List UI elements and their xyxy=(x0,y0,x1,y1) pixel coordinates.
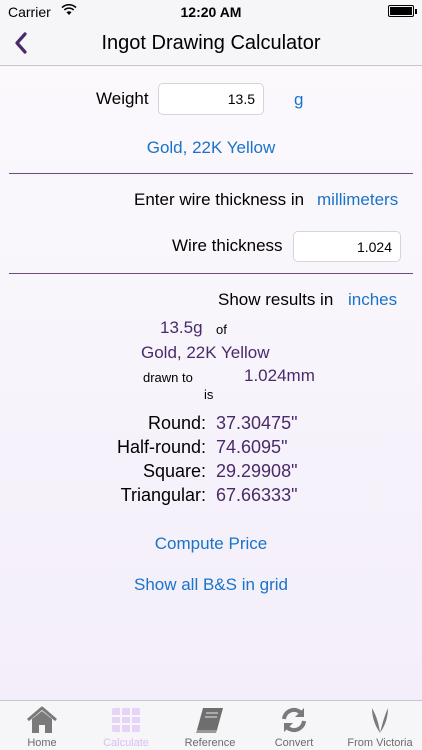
refresh-icon xyxy=(282,707,306,733)
status-time: 12:20 AM xyxy=(180,4,242,20)
calculator-content: Weight g Gold, 22K Yellow Enter wire thi… xyxy=(0,67,422,700)
metal-selector[interactable]: Gold, 22K Yellow xyxy=(0,138,422,158)
tab-from-victoria-label: From Victoria xyxy=(347,737,413,749)
wire-thickness-input[interactable] xyxy=(293,231,401,262)
page-title: Ingot Drawing Calculator xyxy=(101,32,321,54)
tab-home-label: Home xyxy=(27,737,57,749)
weight-label: Weight xyxy=(96,89,149,108)
result-square-value: 29.29908" xyxy=(216,461,298,481)
result-round-label: Round: xyxy=(147,413,206,433)
tab-convert-label: Convert xyxy=(274,737,314,749)
summary-drawn-to: drawn to xyxy=(143,370,193,385)
compute-price-button[interactable]: Compute Price xyxy=(0,534,422,554)
summary-thickness: 1.024mm xyxy=(244,366,315,385)
grid-icon xyxy=(112,708,140,732)
tab-home[interactable]: Home xyxy=(0,701,84,750)
summary-metal: Gold, 22K Yellow xyxy=(141,343,270,362)
home-icon xyxy=(27,706,57,733)
tab-convert[interactable]: Convert xyxy=(252,701,336,750)
wire-thickness-label: Wire thickness xyxy=(172,236,283,255)
result-triangular-value: 67.66333" xyxy=(216,485,298,505)
summary-is: is xyxy=(204,387,214,402)
tab-calculate-label: Calculate xyxy=(103,737,149,749)
thickness-unit-selector[interactable]: millimeters xyxy=(317,190,398,210)
tab-from-victoria[interactable]: From Victoria xyxy=(338,701,422,750)
tab-calculate[interactable]: Calculate xyxy=(84,701,168,750)
result-round-value: 37.30475" xyxy=(216,413,298,433)
result-half-round-value: 74.6095" xyxy=(216,437,288,457)
navigation-bar: Ingot Drawing Calculator xyxy=(0,24,422,66)
summary-of: of xyxy=(216,322,227,337)
result-square-label: Square: xyxy=(142,461,206,481)
book-icon xyxy=(196,708,223,733)
tab-reference-label: Reference xyxy=(184,737,236,749)
weight-unit-selector[interactable]: g xyxy=(294,90,303,110)
show-grid-button[interactable]: Show all B&S in grid xyxy=(0,575,422,595)
result-half-round-label: Half-round: xyxy=(116,437,206,457)
logo-icon xyxy=(372,708,388,733)
battery-icon xyxy=(388,5,417,17)
status-bar: Carrier 12:20 AM xyxy=(0,0,422,24)
results-prompt: Show results in xyxy=(218,290,334,309)
tab-bar: Home Calculate Reference Convert From Vi… xyxy=(0,700,422,750)
weight-input[interactable] xyxy=(158,83,264,115)
thickness-prompt: Enter wire thickness in xyxy=(134,190,305,209)
tab-reference[interactable]: Reference xyxy=(168,701,252,750)
divider-bottom xyxy=(9,273,413,274)
results-unit-selector[interactable]: inches xyxy=(348,290,397,310)
divider-top xyxy=(9,173,413,174)
result-triangular-label: Triangular: xyxy=(120,485,206,505)
summary-weight: 13.5g xyxy=(160,318,203,337)
